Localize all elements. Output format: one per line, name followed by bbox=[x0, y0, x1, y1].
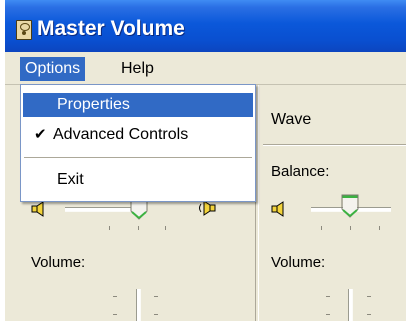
menu-item-advanced-controls[interactable]: ✔ Advanced Controls bbox=[23, 123, 253, 147]
master-volume-window: Master Volume Options Help Volume: Wave … bbox=[5, 0, 406, 321]
tick bbox=[138, 226, 139, 230]
wave-balance-left-speaker-icon bbox=[271, 201, 284, 217]
menu-options[interactable]: Options bbox=[20, 57, 86, 81]
window-title: Master Volume bbox=[37, 17, 185, 40]
title-bar[interactable]: Master Volume bbox=[5, 0, 406, 52]
tick bbox=[326, 314, 330, 315]
tick bbox=[350, 226, 351, 230]
app-icon[interactable] bbox=[16, 20, 32, 40]
menu-item-label: Advanced Controls bbox=[53, 126, 189, 143]
tick bbox=[154, 314, 158, 315]
menu-item-label: Properties bbox=[57, 96, 130, 113]
balance-left-speaker-icon bbox=[31, 201, 44, 217]
tick bbox=[321, 226, 322, 230]
tick bbox=[154, 296, 158, 297]
menu-item-exit[interactable]: Exit bbox=[23, 168, 253, 192]
wave-balance-label: Balance: bbox=[271, 163, 330, 180]
tick bbox=[165, 226, 166, 230]
left-volume-label: Volume: bbox=[31, 254, 86, 271]
tick bbox=[113, 314, 117, 315]
menu-help[interactable]: Help bbox=[116, 57, 159, 81]
tick bbox=[113, 296, 117, 297]
wave-panel-title: Wave bbox=[271, 111, 312, 128]
checkmark-icon: ✔ bbox=[34, 126, 47, 143]
tick bbox=[326, 296, 330, 297]
menu-item-label: Exit bbox=[57, 171, 84, 188]
wave-volume-label: Volume: bbox=[271, 254, 326, 271]
tick bbox=[379, 226, 380, 230]
balance-right-speaker-icon bbox=[199, 200, 216, 216]
options-dropdown-menu: Properties ✔ Advanced Controls Exit bbox=[20, 84, 256, 202]
tick bbox=[367, 314, 371, 315]
left-volume-track[interactable] bbox=[136, 289, 141, 321]
wave-volume-track[interactable] bbox=[348, 289, 353, 321]
tick bbox=[367, 296, 371, 297]
menu-item-properties[interactable]: Properties bbox=[23, 93, 253, 117]
wave-balance-thumb[interactable] bbox=[341, 194, 359, 218]
wave-title-divider bbox=[263, 144, 406, 146]
menu-separator bbox=[24, 157, 252, 158]
tick bbox=[109, 226, 110, 230]
